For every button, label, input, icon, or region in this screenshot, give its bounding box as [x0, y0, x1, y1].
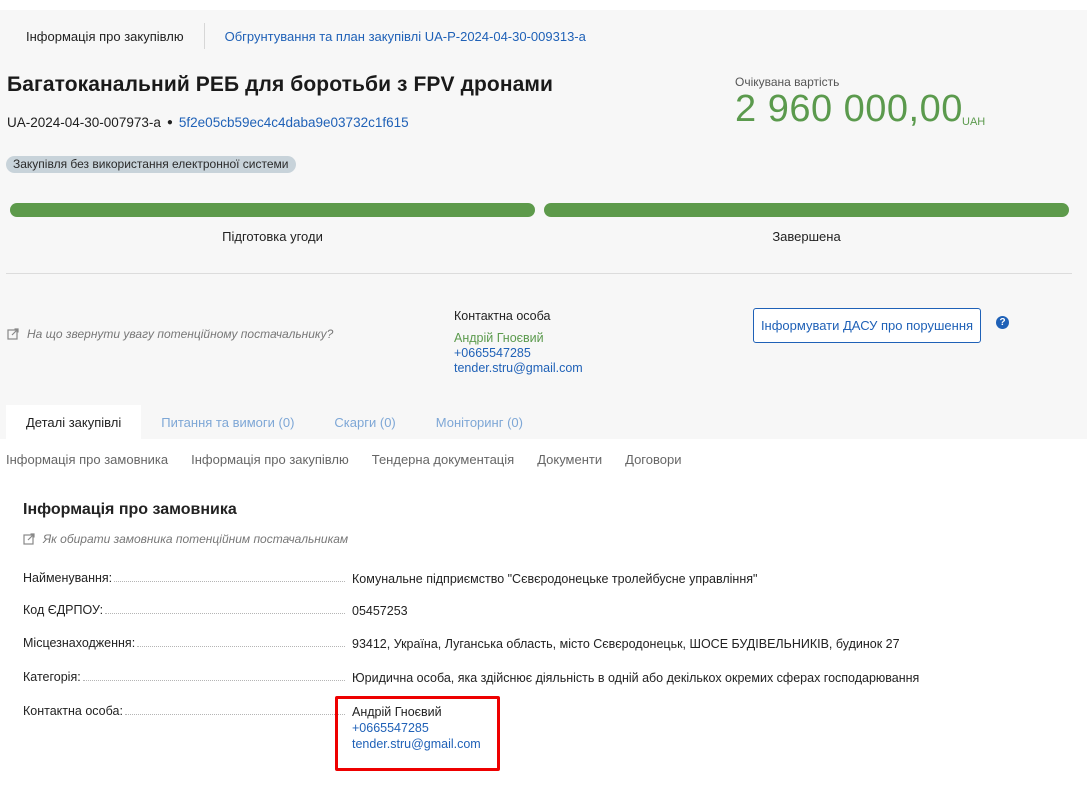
stage-label-completed: Завершена: [772, 229, 841, 244]
tender-hash-link[interactable]: 5f2e05cb59ec4c4daba9e03732c1f615: [179, 115, 409, 130]
contact-phone-link[interactable]: +0665547285: [454, 346, 531, 360]
dotted-leader: [82, 680, 345, 681]
subnav-tender-docs[interactable]: Тендерна документація: [372, 452, 514, 467]
tab-monitoring[interactable]: Моніторинг (0): [416, 405, 543, 439]
main-tabs: Деталі закупівлі Питання та вимоги (0) С…: [6, 405, 543, 439]
question-icon[interactable]: ?: [996, 316, 1009, 329]
row-value: Комунальне підприємство "Сєвєродонецьке …: [352, 572, 758, 586]
tab-procurement-details[interactable]: Деталі закупівлі: [6, 405, 142, 439]
tab-complaints[interactable]: Скарги (0): [314, 405, 415, 439]
row-key: Найменування:: [23, 571, 345, 585]
subnav-documents[interactable]: Документи: [537, 452, 602, 467]
customer-hint-text: Як обирати замовника потенційним постача…: [43, 532, 349, 546]
tab-questions[interactable]: Питання та вимоги (0): [141, 405, 314, 439]
progress-bar-completed: [544, 203, 1069, 217]
row-value: 05457253: [352, 604, 408, 618]
subnav-customer-info[interactable]: Інформація про замовника: [6, 452, 168, 467]
expected-value-label: Очікувана вартість: [735, 75, 840, 89]
dotted-leader: [137, 646, 345, 647]
progress-bar-preparation: [10, 203, 535, 217]
tender-id: UA-2024-04-30-007973-a: [7, 115, 161, 130]
row-value: 93412, Україна, Луганська область, місто…: [352, 637, 900, 651]
subnav-procurement-info[interactable]: Інформація про закупівлю: [191, 452, 349, 467]
row-key-text: Категорія:: [23, 670, 81, 684]
row-key-text: Код ЄДРПОУ:: [23, 603, 104, 617]
top-tabs: Інформація про закупівлю Обгрунтування т…: [6, 10, 586, 62]
stage-label-preparation: Підготовка угоди: [222, 229, 323, 244]
row-key-text: Контактна особа:: [23, 704, 123, 718]
top-tab-plan-link[interactable]: Обгрунтування та план закупівлі UA-P-202…: [205, 29, 586, 44]
report-dasu-button[interactable]: Інформувати ДАСУ про порушення: [753, 308, 981, 343]
row-key: Місцезнаходження:: [23, 636, 345, 650]
row-key-text: Найменування:: [23, 571, 113, 585]
tender-title: Багатоканальний РЕБ для боротьби з FPV д…: [7, 73, 554, 96]
row-key: Контактна особа:: [23, 704, 345, 718]
external-link-icon: [7, 328, 19, 340]
expected-value-currency: UAH: [962, 116, 986, 128]
contact-name: Андрій Гноєвий: [454, 331, 544, 345]
row-value: Юридична особа, яка здійснює діяльність …: [352, 671, 920, 685]
divider: [6, 273, 1072, 274]
dotted-leader: [105, 613, 345, 614]
dotted-leader: [114, 581, 345, 582]
supplier-hint-link[interactable]: На що звернути увагу потенційному постач…: [7, 327, 333, 341]
tender-id-row: UA-2024-04-30-007973-a ● 5f2e05cb59ec4c4…: [7, 115, 409, 130]
expected-value-amount: 2 960 000,00: [735, 88, 963, 130]
top-tab-procurement-info[interactable]: Інформація про закупівлю: [6, 23, 205, 49]
row-key-text: Місцезнаходження:: [23, 636, 136, 650]
section-subnav: Інформація про замовника Інформація про …: [6, 452, 704, 467]
row-key: Код ЄДРПОУ:: [23, 603, 345, 617]
procurement-type-badge: Закупівля без використання електронної с…: [6, 156, 296, 173]
contact-person-block: Контактна особа Андрій Гноєвий +06655472…: [454, 309, 583, 376]
supplier-hint-text: На що звернути увагу потенційному постач…: [27, 327, 334, 341]
customer-hint-link[interactable]: Як обирати замовника потенційним постача…: [23, 532, 348, 546]
external-link-icon: [23, 533, 35, 545]
customer-section-title: Інформація про замовника: [23, 501, 237, 518]
row-key: Категорія:: [23, 670, 345, 684]
contact-email-link[interactable]: tender.stru@gmail.com: [454, 361, 583, 375]
contact-label: Контактна особа: [454, 309, 551, 323]
separator-dot: ●: [166, 117, 173, 128]
dotted-leader: [124, 714, 345, 715]
subnav-contracts[interactable]: Договори: [625, 452, 681, 467]
highlight-annotation-box: [335, 696, 500, 771]
